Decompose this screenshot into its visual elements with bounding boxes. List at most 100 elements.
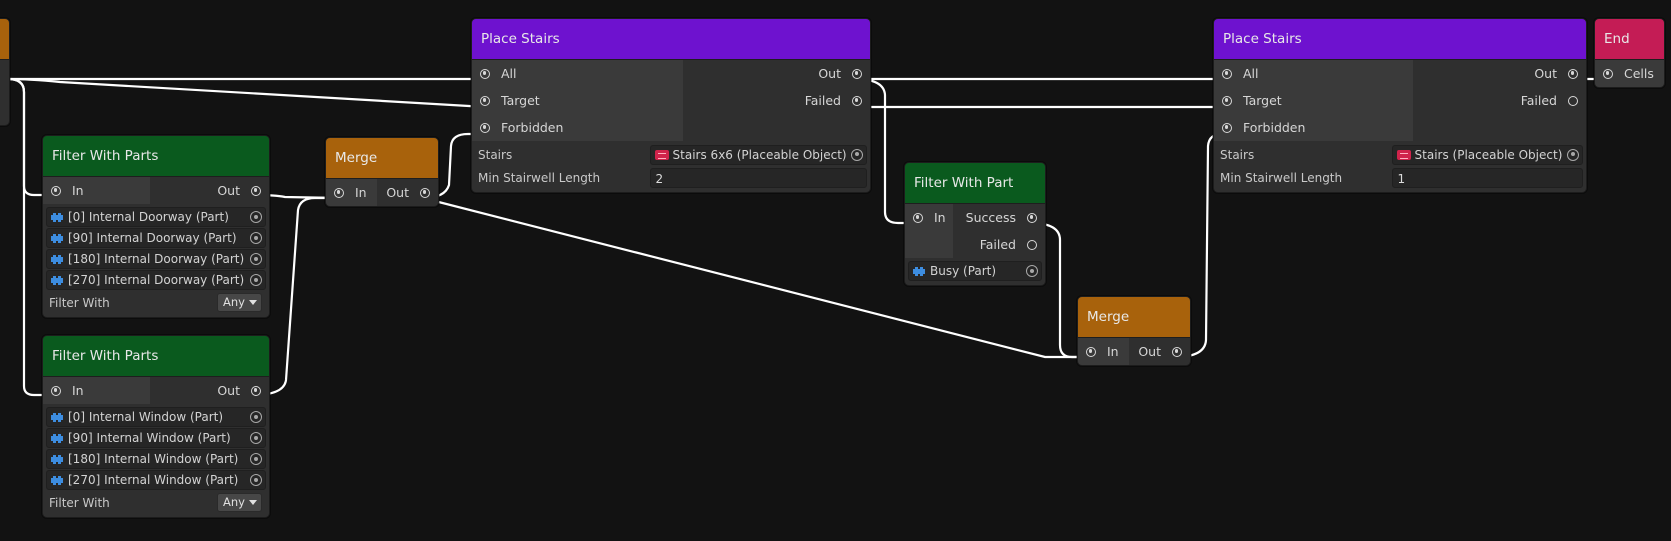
part-field[interactable]: [180] Internal Doorway (Part) [46, 249, 266, 269]
object-picker-icon[interactable] [1567, 148, 1579, 161]
input-port-all[interactable]: All [472, 60, 683, 87]
port-dot-icon[interactable] [1027, 239, 1037, 250]
object-value: Stairs 6x6 (Placeable Object) [672, 147, 847, 162]
output-port-out[interactable]: Out [150, 177, 269, 204]
port-label: Out [1138, 344, 1161, 359]
filter-with-dropdown[interactable]: Any [217, 293, 262, 312]
filter-with-dropdown[interactable]: Any [217, 493, 262, 512]
output-port-failed[interactable]: Failed [1413, 87, 1586, 114]
input-port-cells[interactable]: Cells [1595, 60, 1664, 87]
port-dot-icon[interactable] [1568, 95, 1578, 106]
merge-node-2[interactable]: Merge In Out [1077, 296, 1191, 366]
port-dot-icon[interactable] [1222, 95, 1232, 106]
filter-with-parts-node-window[interactable]: Filter With Parts In Out [0] Internal Wi… [42, 335, 270, 518]
input-port-target[interactable]: Target [1214, 87, 1413, 114]
port-label: Out [217, 383, 240, 398]
port-label: In [72, 383, 84, 398]
output-port-success[interactable]: Success [953, 204, 1045, 231]
stairs-object-field[interactable]: Stairs (Placeable Object) [1391, 144, 1583, 165]
port-dot-icon[interactable] [480, 122, 490, 133]
filter-with-part-node[interactable]: Filter With Part In Success Failed Busy … [904, 162, 1046, 286]
field-label: Stairs [478, 147, 513, 162]
part-field[interactable]: [0] Internal Doorway (Part) [46, 207, 266, 227]
stairs-object-field[interactable]: Stairs 6x6 (Placeable Object) [649, 144, 867, 165]
port-dot-icon[interactable] [1172, 346, 1182, 357]
merge-node-1[interactable]: Merge In Out [325, 137, 439, 207]
port-dot-icon[interactable] [1222, 122, 1232, 133]
part-field[interactable]: [90] Internal Doorway (Part) [46, 228, 266, 248]
port-dot-icon[interactable] [1086, 346, 1096, 357]
port-dot-icon[interactable] [1222, 68, 1232, 79]
port-dot-icon[interactable] [852, 95, 862, 106]
port-dot-icon[interactable] [251, 385, 261, 396]
object-picker-icon[interactable] [851, 148, 863, 161]
output-port-out[interactable]: Out [683, 60, 870, 87]
object-picker-icon[interactable] [250, 474, 262, 486]
end-node[interactable]: End Cells [1594, 18, 1665, 88]
port-label: Out [217, 183, 240, 198]
port-dot-icon[interactable] [480, 95, 490, 106]
port-dot-icon[interactable] [334, 187, 344, 198]
object-picker-icon[interactable] [250, 411, 262, 423]
port-dot-icon[interactable] [51, 385, 61, 396]
output-port-out[interactable]: Out [150, 377, 269, 404]
output-port-failed[interactable]: Failed [683, 87, 870, 114]
input-port-in[interactable]: In [1078, 338, 1129, 365]
object-picker-icon[interactable] [1026, 265, 1038, 277]
part-icon [51, 212, 63, 222]
output-port-failed[interactable]: Failed [953, 231, 1045, 258]
port-label: All [1243, 66, 1259, 81]
input-port-in[interactable]: In [43, 177, 150, 204]
object-picker-icon[interactable] [250, 232, 262, 244]
object-picker-icon[interactable] [250, 453, 262, 465]
object-picker-icon[interactable] [250, 274, 262, 286]
port-dot-icon[interactable] [251, 185, 261, 196]
input-port-forbidden[interactable]: Forbidden [1214, 114, 1413, 141]
port-dot-icon[interactable] [913, 212, 923, 223]
port-label: Target [1243, 93, 1282, 108]
node-title: Filter With Parts [43, 336, 269, 377]
part-icon [51, 275, 63, 285]
place-stairs-node-2[interactable]: Place Stairs All Target Forbidden Out Fa… [1213, 18, 1587, 193]
node-title: Merge [326, 138, 438, 179]
part-field[interactable]: [270] Internal Doorway (Part) [46, 270, 266, 290]
port-dot-icon[interactable] [1603, 68, 1613, 79]
input-port-in[interactable]: In [43, 377, 150, 404]
part-field[interactable]: [90] Internal Window (Part) [46, 428, 266, 448]
min-stairwell-input[interactable]: 1 [1391, 167, 1583, 188]
source-node-partial[interactable] [0, 18, 10, 126]
port-dot-icon[interactable] [480, 68, 490, 79]
port-dot-icon[interactable] [852, 68, 862, 79]
port-dot-icon[interactable] [51, 185, 61, 196]
input-port-in[interactable]: In [905, 204, 953, 231]
object-picker-icon[interactable] [250, 432, 262, 444]
object-picker-icon[interactable] [250, 253, 262, 265]
filter-with-parts-node-doorway[interactable]: Filter With Parts In Out [0] Internal Do… [42, 135, 270, 318]
input-port-forbidden[interactable]: Forbidden [472, 114, 683, 141]
port-label: Out [818, 66, 841, 81]
part-icon [51, 233, 63, 243]
port-dot-icon[interactable] [1027, 212, 1037, 223]
port-label: In [72, 183, 84, 198]
output-port-out[interactable]: Out [377, 179, 438, 206]
input-port-in[interactable]: In [326, 179, 377, 206]
node-fields: Stairs Stairs 6x6 (Placeable Object) Min… [472, 141, 870, 192]
input-ports: In [43, 177, 150, 204]
part-field[interactable]: Busy (Part) [908, 261, 1042, 281]
input-port-target[interactable]: Target [472, 87, 683, 114]
object-picker-icon[interactable] [250, 211, 262, 223]
output-port-out[interactable]: Out [1129, 338, 1190, 365]
port-dot-icon[interactable] [420, 187, 430, 198]
min-stairwell-input[interactable]: 2 [649, 167, 867, 188]
output-port-out[interactable]: Out [1413, 60, 1586, 87]
port-label: Failed [1520, 93, 1557, 108]
node-fields: Stairs Stairs (Placeable Object) Min Sta… [1214, 141, 1586, 192]
part-icon [51, 454, 63, 464]
part-field[interactable]: [0] Internal Window (Part) [46, 407, 266, 427]
place-stairs-node-1[interactable]: Place Stairs All Target Forbidden Out Fa… [471, 18, 871, 193]
node-title: Merge [1078, 297, 1190, 338]
part-field[interactable]: [180] Internal Window (Part) [46, 449, 266, 469]
part-field[interactable]: [270] Internal Window (Part) [46, 470, 266, 490]
input-port-all[interactable]: All [1214, 60, 1413, 87]
port-dot-icon[interactable] [1568, 68, 1578, 79]
